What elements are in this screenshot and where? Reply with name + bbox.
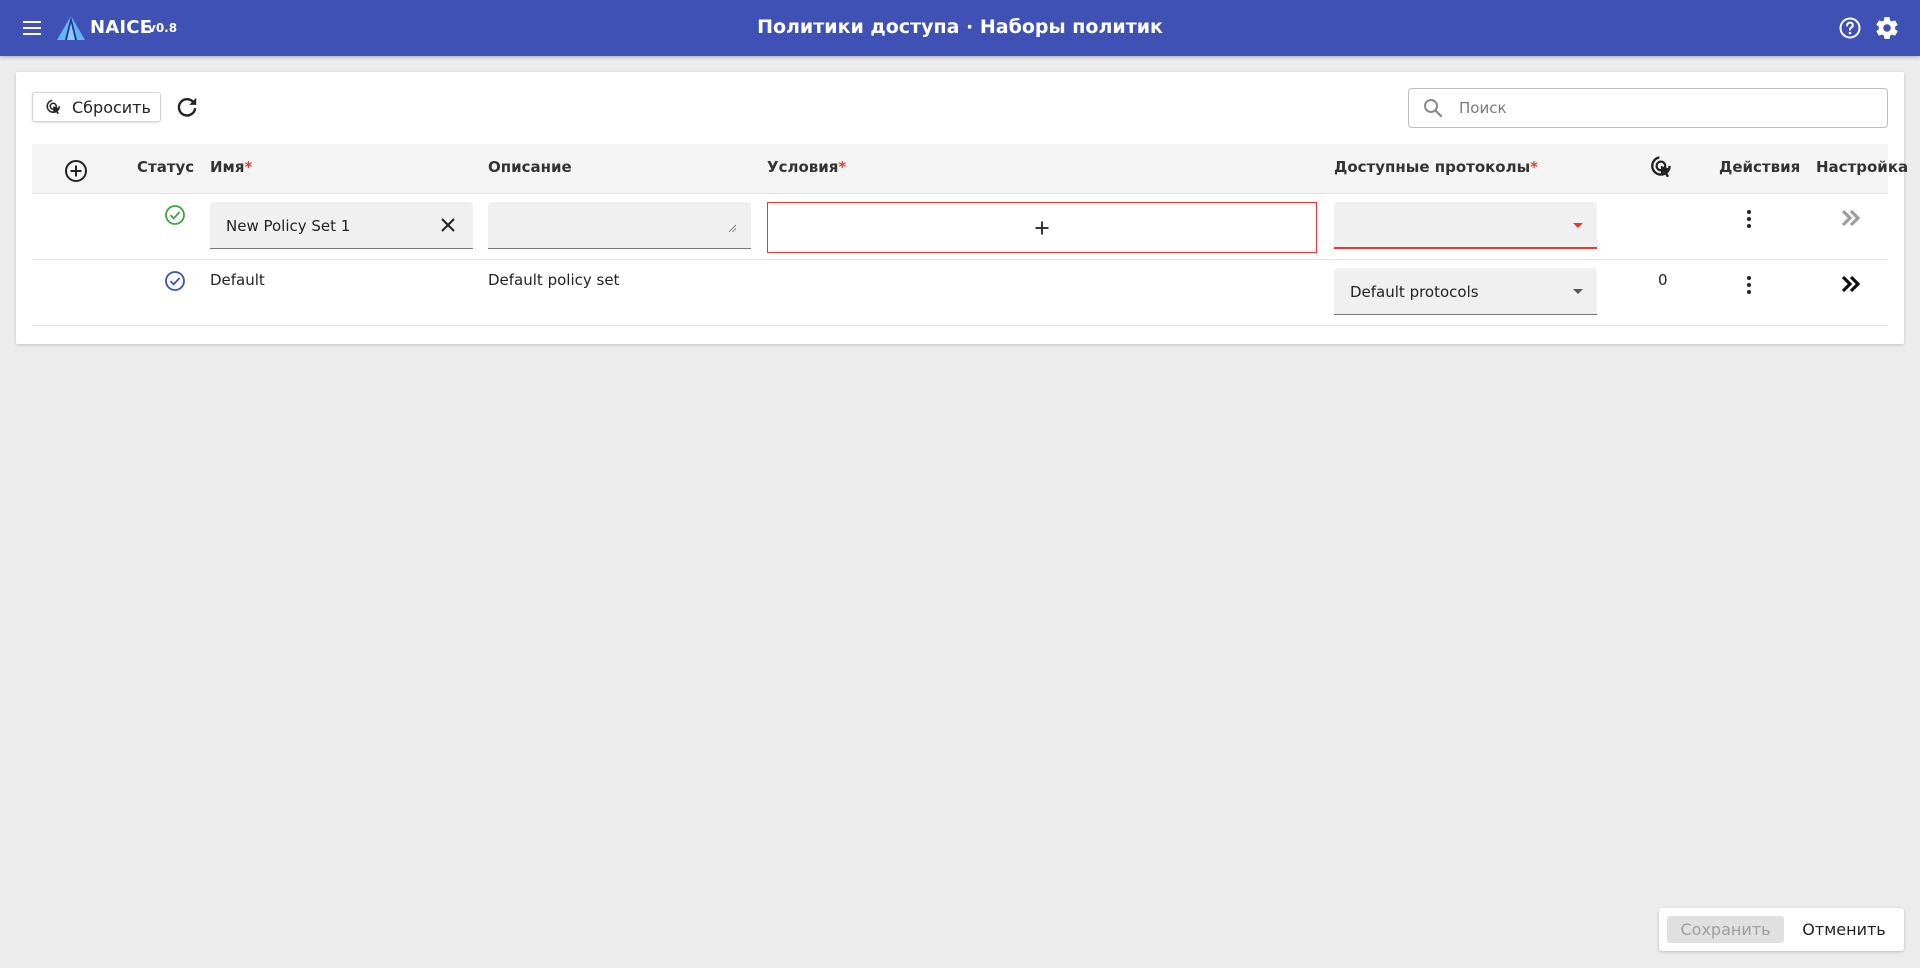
protocols-select[interactable]: [1334, 202, 1597, 249]
policy-name: Default: [210, 271, 265, 289]
resize-grip-icon[interactable]: [728, 224, 736, 232]
table-row: [32, 194, 1888, 260]
page-title: Политики доступа · Наборы политик: [757, 16, 1163, 38]
double-chevron-right-icon[interactable]: [1840, 274, 1862, 294]
column-protocols: Доступные протоколы*: [1334, 158, 1539, 176]
reset-label: Сбросить: [72, 97, 151, 117]
column-actions: Действия: [1719, 158, 1801, 176]
naice-logo: [57, 16, 85, 40]
more-vert-icon[interactable]: [1744, 274, 1754, 296]
dropdown-arrow-icon: [1573, 289, 1583, 294]
column-settings: Настройка: [1816, 158, 1909, 176]
column-description: Описание: [488, 158, 572, 176]
save-button[interactable]: Сохранить: [1667, 916, 1784, 943]
column-status: Статус: [137, 158, 195, 176]
form-actions-bar: Сохранить Отменить: [1659, 908, 1904, 951]
menu-icon[interactable]: [21, 17, 45, 39]
dropdown-arrow-icon: [1573, 223, 1583, 228]
search-icon: [1424, 99, 1443, 118]
cancel-button[interactable]: Отменить: [1790, 916, 1898, 943]
policy-description-input[interactable]: [496, 208, 743, 244]
policy-sets-card: Сбросить Статус Имя* Описание Условия* Д…: [16, 72, 1908, 344]
status-enabled-icon[interactable]: [164, 270, 186, 292]
column-name: Имя*: [210, 158, 253, 176]
help-circle-icon[interactable]: [1838, 16, 1862, 40]
policy-description-field[interactable]: [488, 202, 751, 249]
search-field[interactable]: [1408, 88, 1888, 128]
protocols-select[interactable]: Default protocols: [1334, 268, 1597, 315]
column-conditions: Условия*: [767, 158, 847, 176]
table-header: Статус Имя* Описание Условия* Доступные …: [32, 144, 1908, 194]
status-enabled-icon[interactable]: [164, 204, 186, 226]
gear-icon[interactable]: [1874, 15, 1900, 41]
policy-name-field[interactable]: [210, 202, 473, 249]
top-app-bar: NAICE v0.8 Политики доступа · Наборы пол…: [0, 0, 1920, 56]
double-chevron-right-icon[interactable]: [1840, 208, 1862, 228]
reset-hits-button[interactable]: Сбросить: [32, 92, 161, 122]
protocols-value: Default protocols: [1350, 283, 1479, 301]
more-vert-icon[interactable]: [1744, 208, 1754, 230]
add-circle-icon[interactable]: [64, 159, 88, 183]
refresh-icon[interactable]: [174, 94, 200, 120]
reset-hits-icon: [46, 99, 60, 115]
hits-icon: [1651, 156, 1671, 178]
app-version: v0.8: [148, 21, 178, 35]
app-name: NAICE: [90, 17, 153, 38]
plus-icon: [1035, 221, 1049, 234]
hits-count: 0: [1658, 271, 1668, 289]
table-row: Default Default policy set Default proto…: [32, 260, 1888, 326]
policy-name-input[interactable]: [226, 216, 426, 236]
search-input[interactable]: [1459, 97, 1869, 119]
policy-description: Default policy set: [488, 271, 620, 289]
add-condition-button[interactable]: [767, 202, 1317, 253]
close-icon[interactable]: [439, 216, 457, 234]
